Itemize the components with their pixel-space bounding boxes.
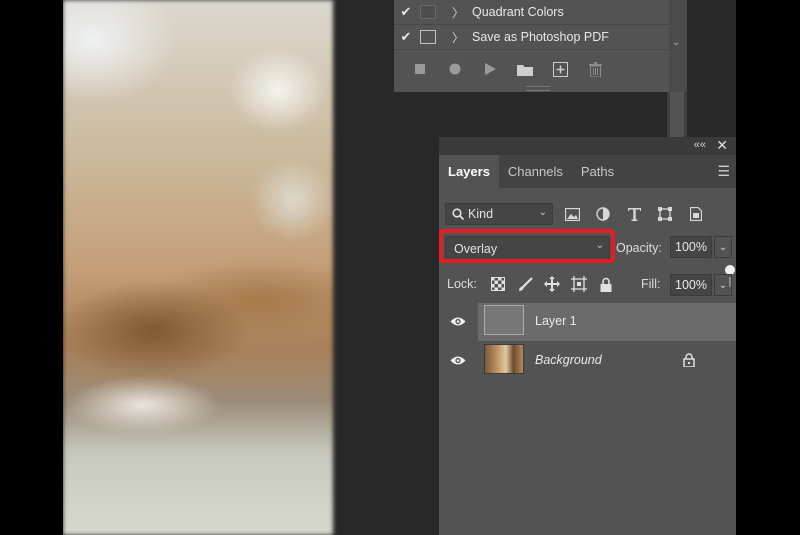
lock-position-icon[interactable] <box>543 275 561 293</box>
filter-kind-label: Kind <box>468 207 494 221</box>
blend-row: Overlay ⌄ Opacity: 100% ⌄ <box>439 229 732 263</box>
layer-row[interactable]: Background <box>439 342 736 380</box>
layer-name[interactable]: Background <box>535 353 602 367</box>
layer-row[interactable]: Layer 1 <box>439 303 736 341</box>
tab-layers[interactable]: Layers <box>439 155 499 188</box>
action-name: Save as Photoshop PDF <box>472 30 609 44</box>
layer-name[interactable]: Layer 1 <box>535 314 577 328</box>
lock-transparent-pixels-icon[interactable] <box>489 275 507 293</box>
record-icon[interactable] <box>446 60 464 78</box>
action-item[interactable]: ✔ 〉 Save as Photoshop PDF <box>394 25 669 50</box>
shape-layer-filter-icon[interactable] <box>656 205 674 223</box>
new-set-icon[interactable] <box>516 60 534 78</box>
collapse-icon[interactable]: «« <box>694 139 706 151</box>
lock-image-pixels-icon[interactable] <box>516 275 534 293</box>
actions-toolbar <box>394 53 669 85</box>
smart-object-filter-icon[interactable] <box>687 205 705 223</box>
lock-row: Lock: Fill: 100% ⌄ <box>445 274 732 296</box>
lock-icon[interactable] <box>683 353 695 368</box>
dialog-toggle-icon[interactable] <box>420 30 436 44</box>
delete-icon[interactable] <box>586 60 604 78</box>
tab-paths[interactable]: Paths <box>572 155 623 188</box>
scroll-thumb[interactable] <box>670 92 684 137</box>
annotation-highlight-box <box>439 229 615 263</box>
fill-input[interactable]: 100% <box>670 274 712 296</box>
new-action-icon[interactable] <box>551 60 569 78</box>
filter-kind-select[interactable]: Kind ⌄ <box>445 203 553 225</box>
lock-all-icon[interactable] <box>597 275 615 293</box>
actions-panel: ✔ 〉 Quadrant Colors ✔ 〉 Save as Photosho… <box>394 0 687 92</box>
checkmark-icon[interactable]: ✔ <box>394 4 418 20</box>
stop-icon[interactable] <box>411 60 429 78</box>
panel-resize-grip[interactable] <box>526 86 550 91</box>
chevron-right-icon[interactable]: 〉 <box>452 4 472 21</box>
opacity-label: Opacity: <box>616 241 662 255</box>
visibility-eye-icon[interactable] <box>449 353 467 367</box>
layer-filter-row: Kind ⌄ <box>445 202 735 287</box>
lock-artboard-icon[interactable] <box>570 275 588 293</box>
opacity-input[interactable]: 100% <box>670 236 712 258</box>
fill-slider-toggle[interactable]: ⌄ <box>714 274 732 296</box>
checkmark-icon[interactable]: ✔ <box>394 29 418 45</box>
close-icon[interactable]: ✕ <box>716 137 728 154</box>
dialog-toggle-icon[interactable] <box>420 5 436 19</box>
panel-tabs: Layers Channels Paths ☰ <box>439 155 736 188</box>
visibility-eye-icon[interactable] <box>449 314 467 328</box>
panel-header: «« ✕ <box>439 137 736 155</box>
chevron-down-icon: ⌄ <box>538 207 547 218</box>
layer-thumbnail[interactable] <box>484 305 524 335</box>
search-icon <box>452 208 464 220</box>
tab-channels[interactable]: Channels <box>499 155 572 188</box>
layer-thumbnail[interactable] <box>484 344 524 374</box>
type-layer-filter-icon[interactable] <box>625 205 643 223</box>
fill-label: Fill: <box>641 277 661 291</box>
pixel-layer-filter-icon[interactable] <box>563 205 581 223</box>
actions-scrollbar[interactable]: ⌄ <box>669 0 687 92</box>
adjustment-layer-filter-icon[interactable] <box>594 205 612 223</box>
chevron-down-icon[interactable]: ⌄ <box>672 37 680 48</box>
play-icon[interactable] <box>481 60 499 78</box>
chevron-down-icon: ⌄ <box>718 279 728 291</box>
opacity-slider-toggle[interactable]: ⌄ <box>714 236 732 258</box>
action-item[interactable]: ✔ 〉 Quadrant Colors <box>394 0 669 25</box>
action-name: Quadrant Colors <box>472 5 564 19</box>
panel-menu-icon[interactable]: ☰ <box>717 163 730 180</box>
chevron-right-icon[interactable]: 〉 <box>452 29 472 46</box>
workspace: ✔ 〉 Quadrant Colors ✔ 〉 Save as Photosho… <box>63 0 736 535</box>
lock-label: Lock: <box>447 277 477 291</box>
layers-panel: «« ✕ Layers Channels Paths ☰ Kind ⌄ Over… <box>439 137 736 535</box>
document-canvas[interactable] <box>63 0 333 535</box>
panel-dock-scrollbar[interactable] <box>667 92 687 137</box>
chevron-down-icon: ⌄ <box>718 241 728 253</box>
